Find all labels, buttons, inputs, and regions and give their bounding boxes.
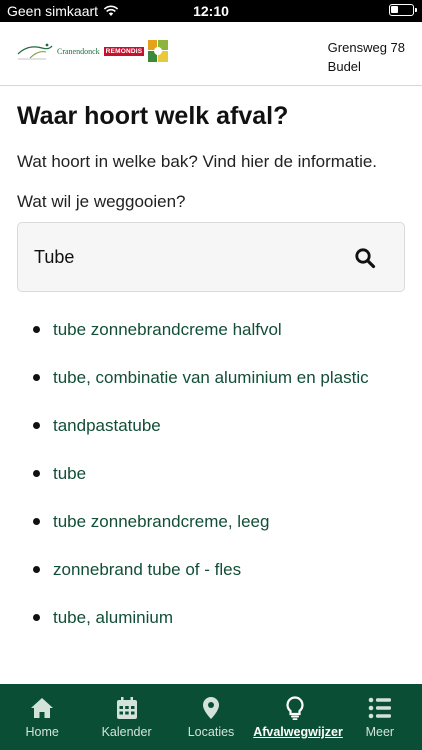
result-link[interactable]: tube zonnebrandcreme halfvol <box>53 320 282 339</box>
status-time: 12:10 <box>193 3 229 19</box>
tab-afvalwegwijzer-label: Afvalwegwijzer <box>253 725 343 739</box>
result-link[interactable]: zonnebrand tube of - fles <box>53 560 241 579</box>
bottom-tab-bar: Home Kalender Locaties Afvalwegwijzer Me… <box>0 684 422 750</box>
home-icon <box>31 698 54 718</box>
cranendonck-wordmark: Cranendonck <box>57 46 100 56</box>
result-item: tube zonnebrandcreme halfvol <box>17 316 407 364</box>
tab-more[interactable]: Meer <box>338 684 422 750</box>
main-content: Waar hoort welk afval? Wat hoort in welk… <box>17 86 407 652</box>
tab-calendar[interactable]: Kalender <box>84 684 168 750</box>
result-item: tube, combinatie van aluminium en plasti… <box>17 364 407 412</box>
result-link[interactable]: tube <box>53 464 86 483</box>
battery-icon <box>389 4 417 16</box>
result-link[interactable]: tube, combinatie van aluminium en plasti… <box>53 368 369 387</box>
address-city: Budel <box>327 59 361 74</box>
tab-more-label: Meer <box>365 725 395 739</box>
search-icon[interactable] <box>354 247 376 269</box>
intro-text: Wat hoort in welke bak? Vind hier de inf… <box>17 152 378 171</box>
tab-calendar-label: Kalender <box>101 725 152 739</box>
list-icon <box>368 697 391 719</box>
bullet-icon <box>33 614 40 621</box>
result-item: tube zonnebrandcreme, leeg <box>17 508 407 556</box>
address-block: Grensweg 78 Budel <box>328 38 405 76</box>
map-pin-icon <box>203 697 220 719</box>
page-title: Waar hoort welk afval? <box>17 102 289 130</box>
bullet-icon <box>33 374 40 381</box>
bullet-icon <box>33 422 40 429</box>
tab-afvalwegwijzer[interactable]: Afvalwegwijzer <box>253 684 343 750</box>
lightbulb-icon <box>286 696 304 720</box>
bullet-icon <box>33 518 40 525</box>
header: Cranendonck REMONDIS Grensweg 78 Budel <box>0 22 422 86</box>
result-link[interactable]: tube zonnebrandcreme, leeg <box>53 512 269 531</box>
cranendonck-emblem-icon <box>17 43 53 60</box>
result-item: zonnebrand tube of - fles <box>17 556 407 604</box>
bullet-icon <box>33 566 40 573</box>
cranendonck-logo: Cranendonck <box>16 40 100 62</box>
tab-home[interactable]: Home <box>0 684 84 750</box>
result-link[interactable]: tandpastatube <box>53 416 161 435</box>
calendar-icon <box>116 697 137 719</box>
tab-home-label: Home <box>25 725 59 739</box>
result-item: tube, aluminium <box>17 604 407 652</box>
address-street: Grensweg 78 <box>327 40 405 55</box>
search-box <box>17 222 405 292</box>
status-bar: Geen simkaart 12:10 <box>0 0 422 22</box>
result-item: tandpastatube <box>17 412 407 460</box>
remondis-logo: REMONDIS <box>103 46 145 56</box>
result-link[interactable]: tube, aluminium <box>53 608 173 627</box>
bullet-icon <box>33 470 40 477</box>
search-question: Wat wil je weggooien? <box>17 192 186 211</box>
tab-locations-label: Locaties <box>187 725 235 739</box>
result-item: tube <box>17 460 407 508</box>
bullet-icon <box>33 326 40 333</box>
search-input[interactable] <box>34 241 334 273</box>
tab-locations[interactable]: Locaties <box>169 684 253 750</box>
partner-logos: Cranendonck REMONDIS <box>16 40 169 62</box>
waste-badge-icon <box>148 40 169 62</box>
search-results: tube zonnebrandcreme halfvol tube, combi… <box>17 316 407 652</box>
